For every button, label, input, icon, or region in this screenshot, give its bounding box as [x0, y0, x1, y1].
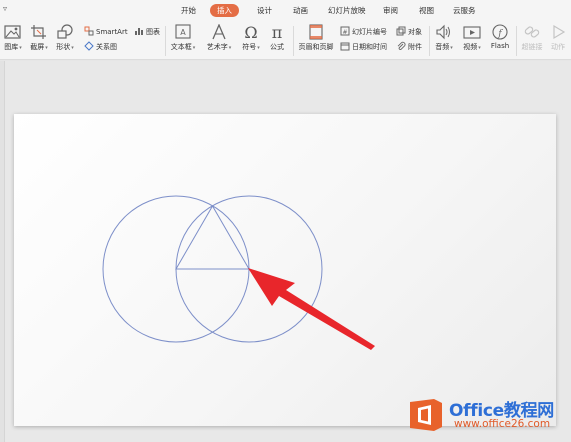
red-arrow-icon — [248, 268, 375, 350]
geometry-drawing — [102, 195, 375, 350]
office-logo — [410, 399, 442, 431]
watermark-url: www.office26.com — [454, 418, 551, 430]
equilateral-triangle[interactable] — [175, 205, 250, 270]
